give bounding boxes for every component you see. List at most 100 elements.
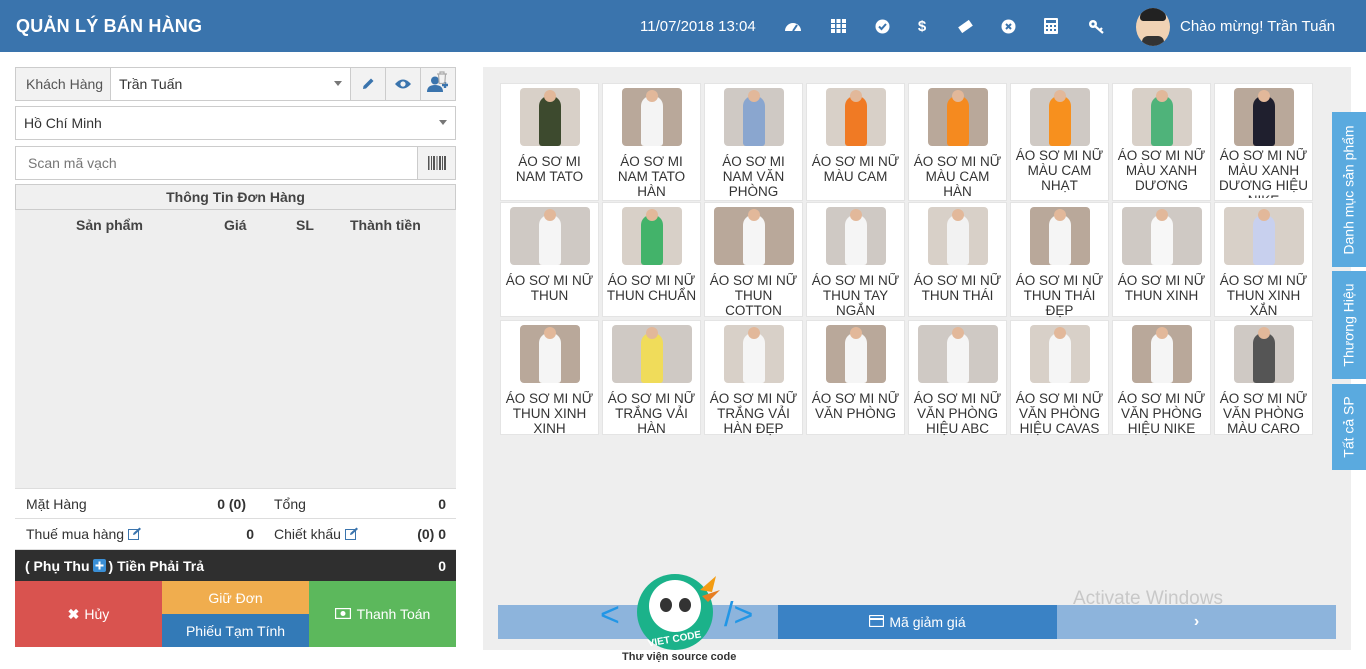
product-name: ÁO SƠ MI NAM VĂN PHÒNG: [722, 154, 785, 199]
calculator-icon[interactable]: [1041, 16, 1061, 36]
col-price: Giá: [224, 217, 247, 233]
product-card[interactable]: ÁO SƠ MI NỮ THUN TAY NGẮN: [806, 202, 905, 318]
edit-tax-icon[interactable]: [128, 527, 142, 543]
ticket-icon[interactable]: [955, 16, 975, 36]
product-image: [1029, 325, 1090, 383]
product-card[interactable]: ÁO SƠ MI NỮ VĂN PHÒNG HIỆU NIKE: [1112, 320, 1211, 436]
product-card[interactable]: ÁO SƠ MI NỮ MÀU XANH DƯƠNG: [1112, 83, 1211, 201]
city-value: Hồ Chí Minh: [24, 115, 102, 131]
product-name: ÁO SƠ MI NỮ THUN XINH XINH: [505, 391, 594, 436]
cancel-button[interactable]: ✖ Hủy: [15, 581, 162, 647]
customer-select[interactable]: Trần Tuấn: [111, 68, 350, 100]
tab-categories-label: Danh mục sản phẩm: [1341, 124, 1357, 255]
tab-all-products[interactable]: Tất cả SP: [1332, 384, 1366, 470]
product-card[interactable]: ÁO SƠ MI NỮ THUN XINH XẮN: [1214, 202, 1313, 318]
product-card[interactable]: ÁO SƠ MI NỮ MÀU CAM HÀN: [908, 83, 1007, 201]
user-avatar[interactable]: [1136, 8, 1170, 46]
product-image: [621, 207, 682, 265]
logo-caption: Thư viện source code: [622, 651, 737, 663]
edit-customer-button[interactable]: [350, 68, 385, 100]
product-name: ÁO SƠ MI NỮ THUN THÁI: [913, 273, 1002, 303]
tab-categories[interactable]: Danh mục sản phẩm: [1332, 112, 1366, 267]
product-image: [723, 325, 784, 383]
product-card[interactable]: ÁO SƠ MI NỮ MÀU CAM: [806, 83, 905, 201]
product-card[interactable]: ÁO SƠ MI NAM TATO HÀN: [602, 83, 701, 201]
product-name: ÁO SƠ MI NỮ THUN: [505, 273, 594, 303]
app-title: QUẢN LÝ BÁN HÀNG: [16, 16, 203, 36]
chevron-right-icon: ›: [1193, 613, 1200, 630]
tab-all-label: Tất cả SP: [1341, 396, 1357, 458]
surcharge-label: ( Phụ Thu: [25, 557, 90, 574]
order-info-title: Thông Tin Đơn Hàng: [15, 184, 456, 210]
tab-brands-label: Thương Hiệu: [1341, 283, 1357, 367]
product-card[interactable]: ÁO SƠ MI NỮ VĂN PHÒNG MÀU CARO: [1214, 320, 1313, 436]
product-name: ÁO SƠ MI NỮ MÀU CAM HÀN: [913, 154, 1002, 199]
check-circle-icon[interactable]: [872, 16, 892, 36]
cancel-label: Hủy: [84, 606, 110, 622]
customer-row: Khách Hàng Trần Tuấn: [15, 67, 456, 101]
product-card[interactable]: ÁO SƠ MI NỮ THUN: [500, 202, 599, 317]
product-image: [1029, 88, 1090, 146]
product-name: ÁO SƠ MI NỮ VĂN PHÒNG HIỆU CAVAS: [1015, 391, 1104, 436]
discount-value: (0) 0: [417, 526, 446, 542]
top-header: QUẢN LÝ BÁN HÀNG 11/07/2018 13:04 $ Chào…: [0, 0, 1366, 52]
chevron-down-icon: [334, 81, 342, 86]
payable-value: 0: [438, 557, 446, 574]
product-name: ÁO SƠ MI NỮ TRẮNG VẢI HÀN ĐẸP: [709, 391, 798, 436]
product-image: [1223, 207, 1304, 265]
product-image: [723, 88, 784, 146]
tab-brands[interactable]: Thương Hiệu: [1332, 271, 1366, 379]
product-card[interactable]: ÁO SƠ MI NỮ VĂN PHÒNG HIỆU ABC: [908, 320, 1007, 436]
discount-label: Chiết khấu: [274, 526, 341, 542]
tax-value: 0: [246, 526, 254, 542]
current-datetime: 11/07/2018 13:04: [640, 18, 756, 35]
product-card[interactable]: ÁO SƠ MI NỮ THUN THÁI: [908, 202, 1007, 317]
coupon-button[interactable]: Mã giảm giá: [778, 605, 1057, 639]
pay-label: Thanh Toán: [356, 606, 431, 622]
edit-discount-icon[interactable]: [345, 527, 359, 543]
product-card[interactable]: ÁO SƠ MI NỮ MÀU CAM NHẠT: [1010, 83, 1109, 201]
credit-card-icon: [869, 614, 885, 630]
barcode-input[interactable]: Scan mã vạch: [16, 155, 417, 171]
product-card[interactable]: ÁO SƠ MI NỮ THUN CHUẨN: [602, 202, 701, 317]
chevron-down-icon: [439, 120, 447, 125]
view-customer-button[interactable]: [385, 68, 420, 100]
product-card[interactable]: ÁO SƠ MI NỮ THUN XINH: [1112, 202, 1211, 317]
product-image: [825, 325, 886, 383]
product-name: ÁO SƠ MI NỮ TRẮNG VẢI HÀN: [607, 391, 696, 436]
product-name: ÁO SƠ MI NAM TATO HÀN: [617, 154, 686, 199]
product-card[interactable]: ÁO SƠ MI NAM TATO: [500, 83, 599, 201]
product-card[interactable]: ÁO SƠ MI NỮ THUN XINH XINH: [500, 320, 599, 436]
col-amount: Thành tiền: [350, 217, 421, 233]
customer-value: Trần Tuấn: [119, 76, 183, 92]
welcome-text[interactable]: Chào mừng! Trần Tuấn: [1180, 18, 1335, 35]
product-card[interactable]: ÁO SƠ MI NAM VĂN PHÒNG: [704, 83, 803, 201]
product-image: [917, 325, 998, 383]
temp-bill-button[interactable]: Phiếu Tạm Tính: [162, 614, 309, 647]
city-select[interactable]: Hồ Chí Minh: [15, 106, 456, 140]
product-card[interactable]: ÁO SƠ MI NỮ VĂN PHÒNG: [806, 320, 905, 435]
next-page-button[interactable]: ›: [1057, 605, 1336, 639]
product-image: [1233, 325, 1294, 383]
product-image: [1131, 88, 1192, 146]
product-name: ÁO SƠ MI NỮ MÀU CAM NHẠT: [1015, 148, 1104, 193]
dashboard-icon[interactable]: [783, 16, 803, 36]
product-name: ÁO SƠ MI NỮ VĂN PHÒNG HIỆU ABC: [913, 391, 1002, 436]
total-label: Tổng: [274, 495, 306, 512]
pay-button[interactable]: Thanh Toán: [309, 581, 456, 647]
product-card[interactable]: ÁO SƠ MI NỮ TRẮNG VẢI HÀN ĐẸP: [704, 320, 803, 436]
product-card[interactable]: ÁO SƠ MI NỮ THUN THÁI ĐẸP: [1010, 202, 1109, 318]
product-card[interactable]: ÁO SƠ MI NỮ THUN COTTON: [704, 202, 803, 318]
add-surcharge-icon[interactable]: [92, 559, 106, 572]
trash-icon[interactable]: [436, 71, 448, 87]
barcode-icon[interactable]: [417, 147, 455, 179]
close-circle-icon[interactable]: [998, 16, 1018, 36]
product-card[interactable]: ÁO SƠ MI NỮ MÀU XANH DƯƠNG HIỆU NIKE: [1214, 83, 1313, 201]
dollar-icon[interactable]: $: [912, 16, 932, 36]
grid-icon[interactable]: [828, 16, 848, 36]
col-qty: SL: [296, 217, 314, 233]
product-card[interactable]: ÁO SƠ MI NỮ TRẮNG VẢI HÀN: [602, 320, 701, 436]
hold-order-button[interactable]: Giữ Đơn: [162, 581, 309, 614]
key-icon[interactable]: [1086, 16, 1106, 36]
product-card[interactable]: ÁO SƠ MI NỮ VĂN PHÒNG HIỆU CAVAS: [1010, 320, 1109, 436]
